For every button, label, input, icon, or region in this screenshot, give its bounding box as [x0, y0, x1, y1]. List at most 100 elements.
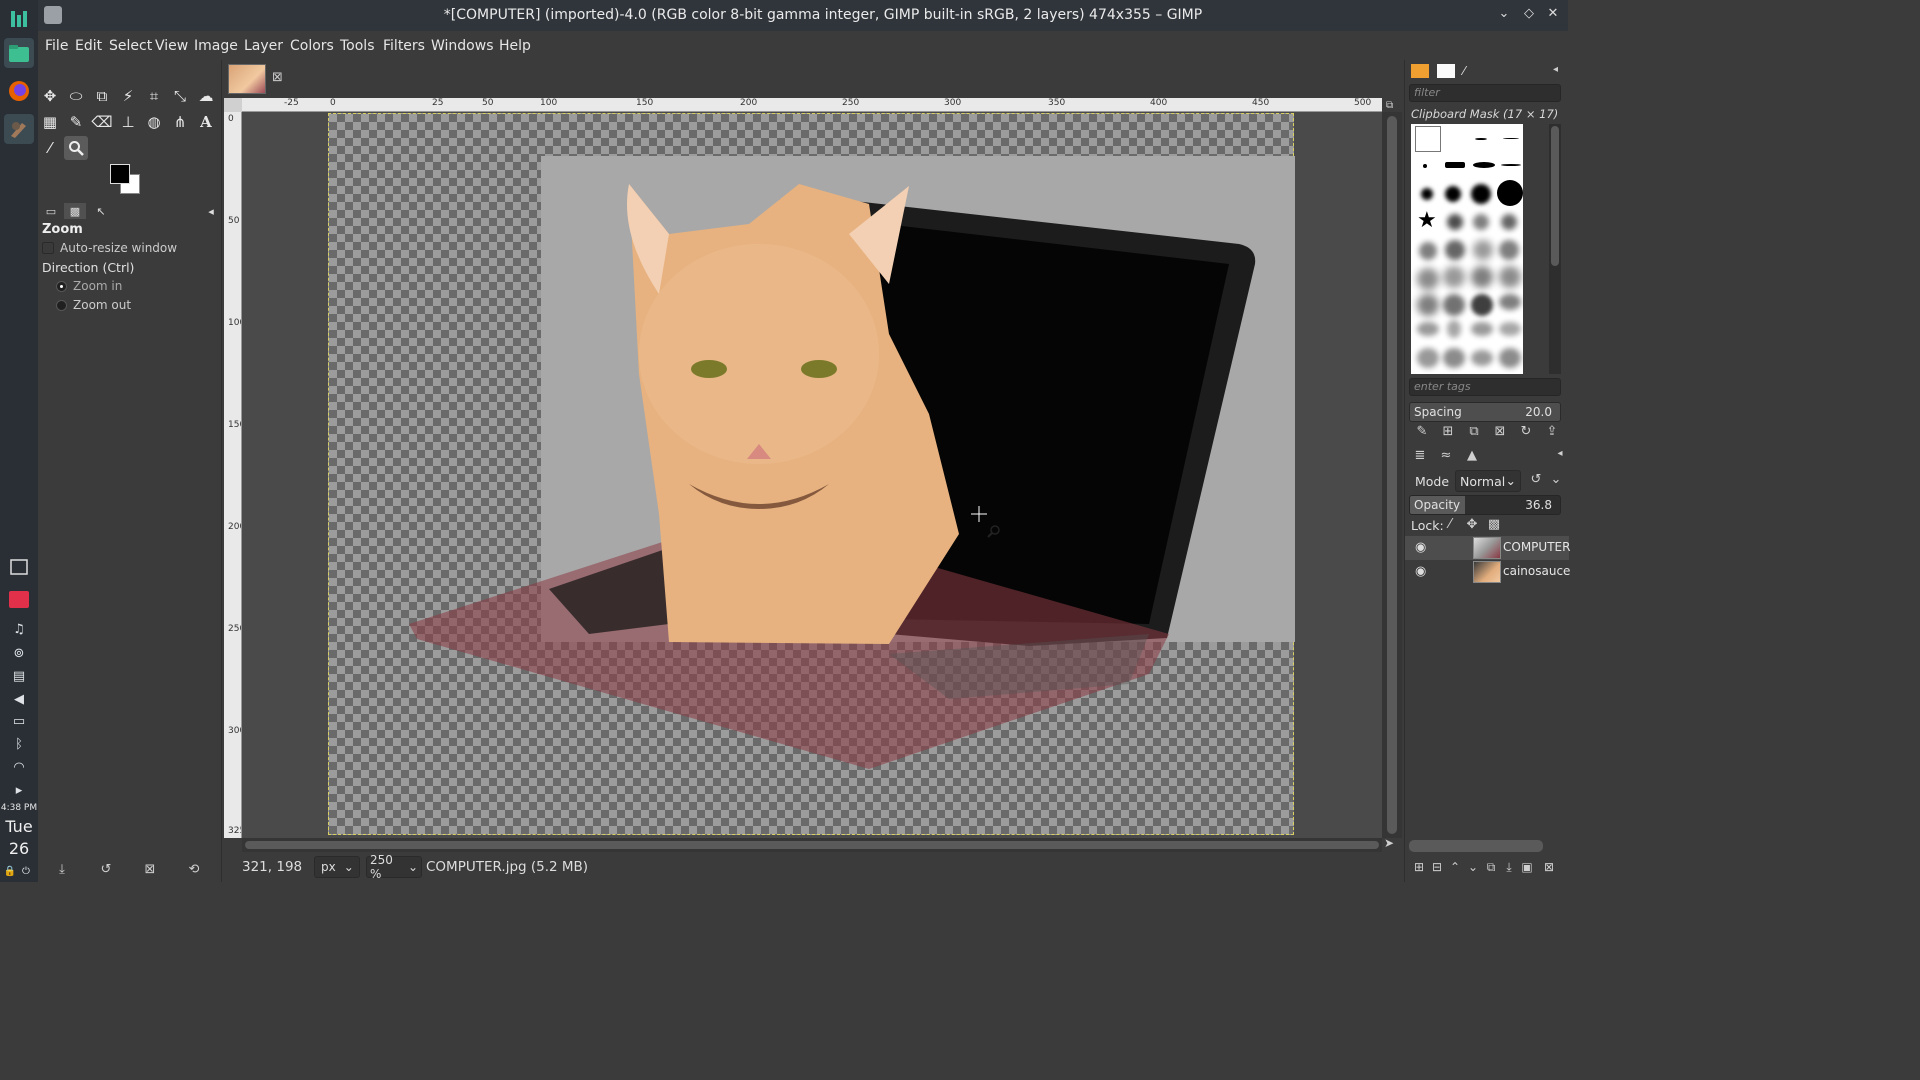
wifi-icon[interactable]: ◠	[8, 758, 30, 776]
brush-item[interactable]	[1443, 348, 1465, 368]
vertical-scrollbar-thumb[interactable]	[1387, 116, 1397, 834]
brush-item[interactable]	[1447, 214, 1463, 230]
configure-tab-icon[interactable]: ◂	[202, 203, 220, 219]
eye-icon[interactable]: ◉	[1415, 564, 1431, 580]
layer-row-computer[interactable]: ◉ COMPUTER	[1405, 536, 1570, 560]
brush-item[interactable]	[1445, 162, 1465, 168]
delete-brush-icon[interactable]: ⊠	[1491, 424, 1509, 442]
zoom-in-radio[interactable]: Zoom in	[56, 277, 122, 295]
menu-help[interactable]: Help	[499, 38, 531, 54]
notifications-icon[interactable]: ♫	[8, 620, 30, 638]
brush-item[interactable]	[1417, 294, 1439, 316]
image-tab-close-icon[interactable]: ⊠	[272, 70, 283, 85]
vertical-scrollbar[interactable]: ⧉	[1382, 100, 1402, 838]
move-tool-icon[interactable]: ✥	[38, 84, 62, 108]
volume-icon[interactable]: ◀	[8, 690, 30, 708]
paths-tab-icon[interactable]: ▲	[1463, 448, 1481, 466]
zoom-out-radio[interactable]: Zoom out	[56, 296, 131, 314]
brush-item[interactable]	[1501, 214, 1517, 230]
maximize-icon[interactable]: ◇	[1520, 6, 1538, 24]
firefox-icon[interactable]	[4, 76, 34, 106]
file-manager-icon[interactable]	[4, 38, 34, 68]
menu-tools[interactable]: Tools	[340, 38, 375, 54]
clone-stamp-icon[interactable]: ⊥	[116, 110, 140, 134]
opacity-slider[interactable]: Opacity 36.8	[1409, 495, 1561, 515]
brush-filter-input[interactable]: filter	[1409, 84, 1561, 102]
trash-icon[interactable]	[8, 590, 30, 608]
edit-brush-icon[interactable]: ✎	[1413, 424, 1431, 442]
menu-edit[interactable]: Edit	[75, 38, 102, 54]
eraser-icon[interactable]: ⌫	[90, 110, 114, 134]
brush-item[interactable]	[1473, 240, 1493, 260]
brush-item[interactable]	[1417, 322, 1439, 336]
brush-item[interactable]	[1471, 322, 1493, 336]
brush-item[interactable]	[1499, 322, 1521, 336]
reset-mode-icon[interactable]: ↺	[1527, 472, 1545, 490]
brush-tags-input[interactable]: enter tags	[1409, 378, 1561, 396]
eye-icon[interactable]: ◉	[1415, 540, 1431, 556]
clipboard-icon[interactable]: ▤	[8, 667, 30, 685]
layer-row-cainosauce[interactable]: ◉ cainosauce	[1405, 560, 1570, 584]
brush-grid[interactable]: ★	[1411, 124, 1523, 374]
merge-layer-icon[interactable]: ⤓	[1501, 860, 1517, 878]
image-tab-thumbnail[interactable]	[228, 64, 266, 94]
brush-item[interactable]	[1473, 214, 1489, 230]
raise-layer-icon[interactable]: ⌃	[1447, 860, 1463, 878]
navigate-icon[interactable]: ➤	[1384, 836, 1400, 852]
brush-item[interactable]	[1475, 138, 1487, 140]
brush-item[interactable]	[1473, 162, 1495, 168]
paths-icon[interactable]: ⋔	[168, 110, 192, 134]
channels-tab-icon[interactable]: ≈	[1437, 448, 1455, 466]
refresh-brushes-icon[interactable]: ↻	[1517, 424, 1535, 442]
unit-select[interactable]: px ⌄	[314, 856, 360, 878]
delete-options-icon[interactable]: ⊠	[140, 860, 160, 878]
reset-options-icon[interactable]: ⟲	[184, 860, 204, 878]
chevron-down-icon[interactable]: ⌄	[1547, 472, 1565, 490]
horizontal-scrollbar-thumb[interactable]	[245, 841, 1379, 849]
brush-item[interactable]	[1499, 240, 1519, 260]
brush-clipboard[interactable]	[1415, 126, 1441, 152]
horizontal-scrollbar[interactable]	[242, 838, 1382, 852]
paintbrush-icon[interactable]: ✎	[64, 110, 88, 134]
crop-icon[interactable]: ⌗	[142, 84, 166, 108]
pointer-tab-icon[interactable]: ↖	[90, 203, 112, 219]
transform-icon[interactable]: ⤡	[168, 84, 192, 108]
gradients-tab-icon[interactable]: ⁄	[1463, 64, 1481, 78]
brush-item[interactable]	[1421, 188, 1433, 200]
spacing-slider[interactable]: Spacing 20.0	[1409, 402, 1561, 422]
updates-icon[interactable]: ⊚	[8, 644, 30, 662]
brush-item[interactable]	[1447, 320, 1461, 338]
horizontal-ruler[interactable]: -25 0 25 50 100 150 200 250 300 350 400 …	[242, 98, 1382, 112]
menu-windows[interactable]: Windows	[431, 38, 494, 54]
brush-as-image-icon[interactable]: ⇪	[1543, 424, 1561, 442]
restore-options-icon[interactable]: ↺	[96, 860, 116, 878]
zoom-tool-icon[interactable]	[64, 136, 88, 160]
menu-file[interactable]: File	[45, 38, 68, 54]
brushes-tab-icon[interactable]	[1411, 64, 1429, 78]
lower-layer-icon[interactable]: ⌄	[1465, 860, 1481, 878]
foreground-color[interactable]	[110, 164, 130, 184]
menu-layer[interactable]: Layer	[244, 38, 283, 54]
auto-resize-checkbox[interactable]: Auto-resize window	[42, 239, 177, 257]
lock-pixels-icon[interactable]: ⁄	[1441, 517, 1459, 535]
brush-item[interactable]	[1445, 186, 1461, 202]
patterns-tab-icon[interactable]	[1437, 64, 1455, 78]
power-icon[interactable]: ⏻	[18, 862, 34, 880]
battery-icon[interactable]: ▭	[8, 712, 30, 730]
ellipse-select-icon[interactable]: ⬭	[64, 84, 88, 108]
free-select-icon[interactable]: ⧉	[90, 84, 114, 108]
workspace-icon[interactable]	[8, 558, 30, 576]
activities-icon[interactable]	[4, 4, 34, 34]
new-brush-icon[interactable]: ⊞	[1439, 424, 1457, 442]
gimp-icon[interactable]	[4, 114, 34, 144]
brush-item[interactable]	[1417, 268, 1439, 290]
menu-colors[interactable]: Colors	[290, 38, 334, 54]
duplicate-layer-icon[interactable]: ⧉	[1483, 860, 1499, 878]
tool-options-tab-icon[interactable]: ▭	[40, 203, 62, 219]
brush-scrollbar-thumb[interactable]	[1551, 126, 1559, 266]
brush-item[interactable]	[1499, 266, 1521, 288]
duplicate-brush-icon[interactable]: ⧉	[1465, 424, 1483, 442]
expand-tray-icon[interactable]: ▸	[8, 781, 30, 799]
menu-image[interactable]: Image	[194, 38, 238, 54]
brush-item[interactable]	[1417, 348, 1439, 368]
